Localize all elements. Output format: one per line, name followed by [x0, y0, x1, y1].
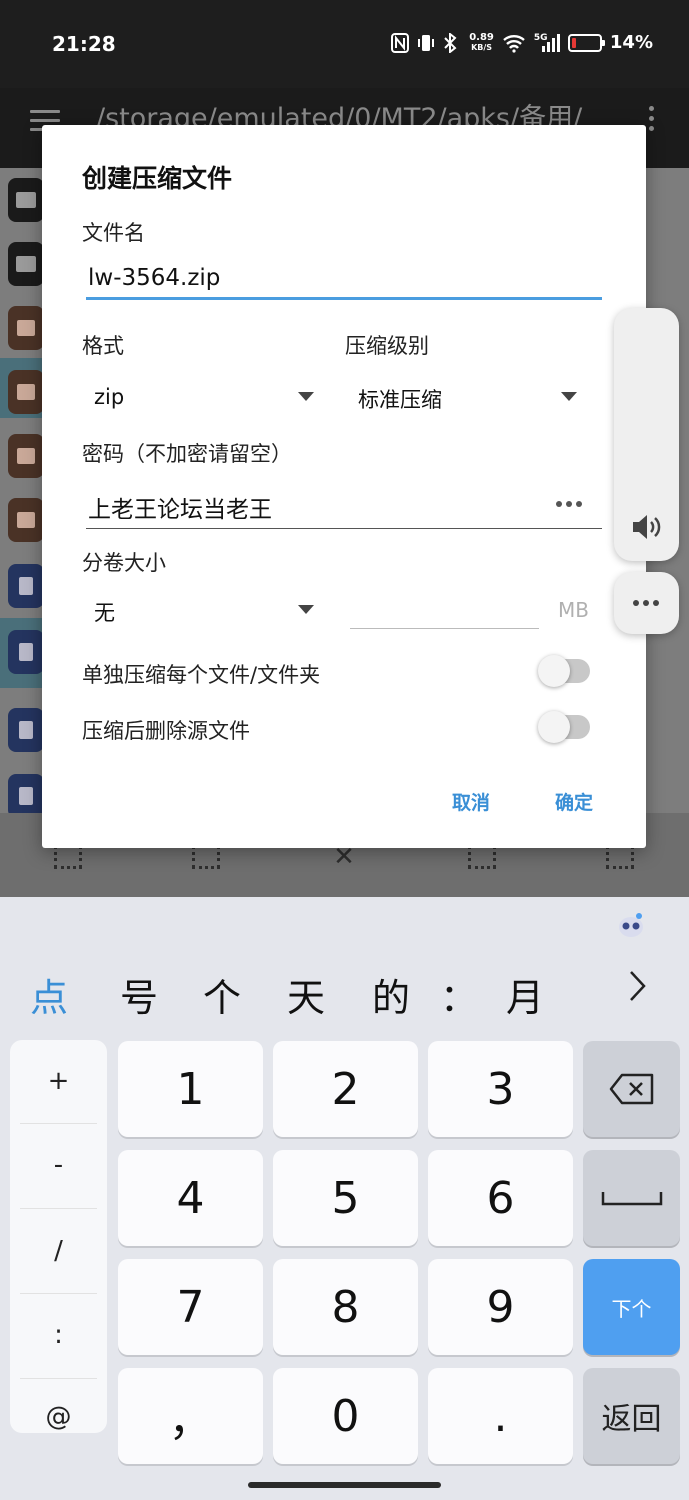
net-speed-unit: KB/S	[471, 42, 493, 52]
candidate[interactable]: 点	[30, 967, 68, 1022]
key-5[interactable]: 5	[273, 1150, 418, 1246]
keyboard: 点 号 个 天 的 ： 月 + - / : @ 1 2 3 4 5 6 7 8 …	[0, 897, 689, 1500]
backspace-key[interactable]	[583, 1041, 680, 1137]
net-speed: 0.89 KB/S	[469, 31, 494, 53]
close-icon[interactable]: ✕	[330, 844, 358, 870]
expand-candidates-icon[interactable]	[628, 969, 648, 1012]
candidate[interactable]: ：	[440, 967, 478, 1022]
document-icon	[8, 564, 44, 608]
battery-fill	[571, 37, 576, 48]
status-time: 21:28	[52, 32, 116, 56]
volume-more-button[interactable]	[614, 572, 679, 634]
separate-toggle[interactable]	[538, 655, 590, 687]
key-comma[interactable]: ，	[118, 1368, 263, 1464]
split-dropdown-icon[interactable]	[298, 605, 314, 614]
password-underline	[86, 528, 602, 529]
key-0[interactable]: 0	[273, 1368, 418, 1464]
document-icon	[8, 774, 44, 813]
level-label: 压缩级别	[345, 334, 429, 358]
dialog-title: 创建压缩文件	[82, 164, 233, 193]
next-key[interactable]: 下个	[583, 1259, 680, 1355]
home-indicator[interactable]	[248, 1482, 441, 1488]
password-label: 密码（不加密请留空）	[82, 442, 292, 466]
invert-selection-icon[interactable]	[468, 845, 496, 869]
filename-underline	[86, 297, 602, 300]
level-select[interactable]: 标准压缩	[358, 384, 442, 414]
candidate-bar: 点 号 个 天 的 ： 月	[0, 957, 689, 1027]
status-icons: 0.89 KB/S 5G 14%	[391, 31, 653, 54]
delete-source-label: 压缩后删除源文件	[82, 719, 250, 743]
confirm-button[interactable]: 确定	[555, 788, 593, 815]
password-input[interactable]: 上老王论坛当老王	[88, 490, 272, 524]
split-size-input[interactable]	[350, 628, 539, 629]
level-dropdown-icon[interactable]	[561, 392, 577, 401]
format-label: 格式	[82, 334, 124, 358]
signal-label: 5G	[533, 32, 548, 43]
key-4[interactable]: 4	[118, 1150, 263, 1246]
document-icon	[8, 630, 44, 674]
volume-panel[interactable]	[614, 308, 679, 561]
symbol-key[interactable]: /	[10, 1236, 107, 1266]
key-period[interactable]: .	[428, 1368, 573, 1464]
space-key[interactable]	[583, 1150, 680, 1246]
candidate[interactable]: 号	[120, 967, 158, 1022]
symbol-key[interactable]: :	[10, 1320, 107, 1350]
symbol-key[interactable]: +	[10, 1066, 107, 1096]
format-select[interactable]: zip	[94, 385, 124, 409]
return-key[interactable]: 返回	[583, 1368, 680, 1464]
split-unit: MB	[558, 598, 589, 622]
bluetooth-icon	[443, 31, 461, 54]
key-6[interactable]: 6	[428, 1150, 573, 1246]
key-8[interactable]: 8	[273, 1259, 418, 1355]
vibrate-icon	[417, 33, 435, 53]
keyboard-logo-icon[interactable]	[616, 911, 646, 941]
split-select[interactable]: 无	[94, 597, 115, 627]
candidate[interactable]: 个	[203, 967, 241, 1022]
net-speed-value: 0.89	[469, 31, 494, 43]
symbol-key[interactable]: @	[10, 1402, 107, 1432]
copy-icon[interactable]	[192, 845, 220, 869]
create-archive-dialog: 创建压缩文件 文件名 lw-3564.zip 格式 压缩级别 zip 标准压缩 …	[42, 125, 646, 848]
status-bar: 21:28 0.89 KB/S 5G 14%	[0, 0, 689, 88]
filename-input[interactable]: lw-3564.zip	[88, 265, 220, 291]
signal-icon: 5G	[534, 33, 560, 53]
archive-icon	[8, 370, 44, 414]
format-dropdown-icon[interactable]	[298, 392, 314, 401]
wifi-icon	[502, 33, 526, 53]
password-more-icon[interactable]	[556, 501, 582, 507]
archive-icon	[8, 498, 44, 542]
space-icon	[601, 1192, 662, 1206]
symbol-column: + - / : @	[10, 1040, 107, 1433]
folder-icon	[8, 242, 44, 286]
folder-icon	[8, 178, 44, 222]
document-icon	[8, 708, 44, 752]
key-2[interactable]: 2	[273, 1041, 418, 1137]
backspace-icon	[609, 1073, 653, 1105]
candidate[interactable]: 天	[287, 967, 325, 1022]
key-3[interactable]: 3	[428, 1041, 573, 1137]
key-7[interactable]: 7	[118, 1259, 263, 1355]
separate-label: 单独压缩每个文件/文件夹	[82, 663, 321, 687]
filename-label: 文件名	[82, 221, 145, 245]
candidate[interactable]: 月	[506, 967, 544, 1022]
delete-source-toggle[interactable]	[538, 711, 590, 743]
more-options-icon[interactable]	[649, 106, 655, 136]
candidate[interactable]: 的	[372, 967, 410, 1022]
cancel-button[interactable]: 取消	[452, 788, 490, 815]
archive-icon	[8, 306, 44, 350]
split-label: 分卷大小	[82, 551, 166, 575]
archive-icon	[8, 434, 44, 478]
symbol-key[interactable]: -	[10, 1150, 107, 1180]
battery-percent: 14%	[609, 32, 653, 53]
key-9[interactable]: 9	[428, 1259, 573, 1355]
nfc-icon	[391, 32, 410, 53]
more-icon	[633, 600, 659, 606]
list-icon[interactable]	[606, 845, 634, 869]
key-1[interactable]: 1	[118, 1041, 263, 1137]
battery-icon	[567, 33, 605, 52]
select-all-icon[interactable]	[54, 845, 82, 869]
volume-icon[interactable]	[630, 512, 664, 546]
